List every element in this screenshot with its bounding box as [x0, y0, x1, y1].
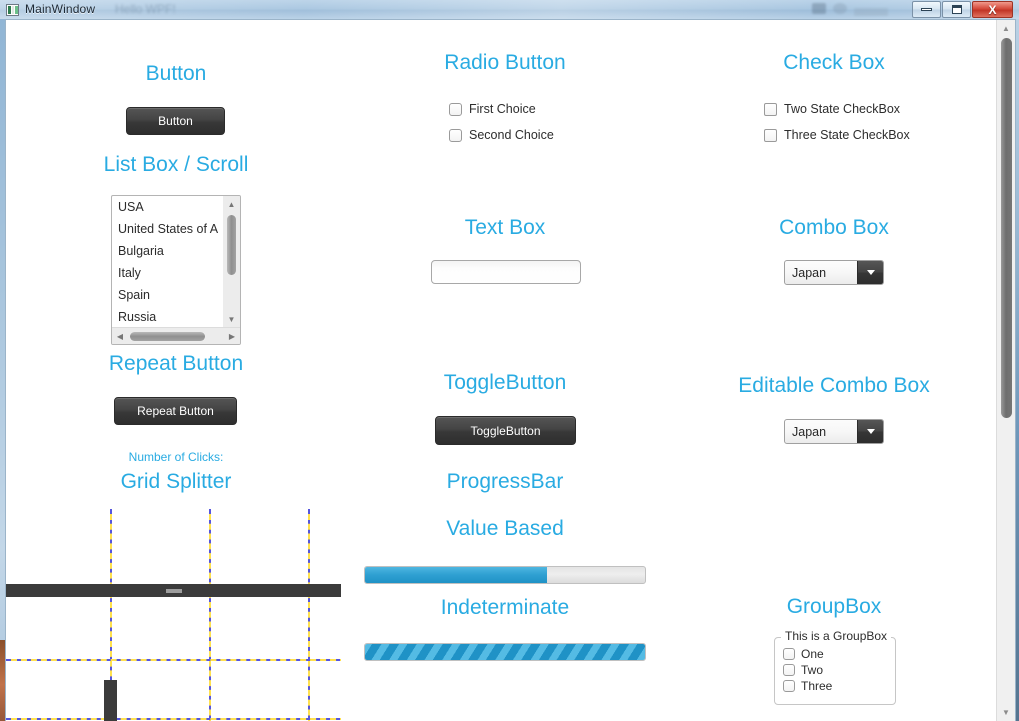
radio-indicator-icon: [449, 128, 462, 142]
radio-indicator-icon: [783, 664, 795, 676]
radio-indicator-icon: [449, 102, 462, 116]
horizontal-splitter-handle[interactable]: [6, 584, 341, 597]
toggle-button[interactable]: ToggleButton: [435, 416, 576, 445]
button-section-heading: Button: [145, 62, 207, 85]
chevron-down-icon: [866, 270, 875, 275]
maximize-button[interactable]: [942, 1, 971, 18]
radio-second-choice[interactable]: Second Choice: [449, 128, 554, 142]
editable-combo-box-section-heading: Editable Combo Box: [738, 374, 930, 397]
radio-indicator-icon: [783, 648, 795, 660]
progress-bar-value-based: [364, 566, 646, 584]
grid-splitter-panel[interactable]: [6, 500, 341, 721]
toggle-button-section-heading: ToggleButton: [443, 371, 567, 394]
button-primary[interactable]: Button: [126, 107, 225, 135]
grid-guide-line-horizontal: [6, 718, 341, 720]
content-canvas: Button Button List Box / Scroll USA Unit…: [6, 20, 996, 721]
group-box-legend: This is a GroupBox: [781, 629, 892, 643]
minimize-button[interactable]: [912, 1, 941, 18]
progress-bar-fill: [365, 567, 547, 583]
combo-box[interactable]: Japan: [784, 260, 884, 285]
combo-box-selected-value: Japan: [792, 265, 827, 280]
checkbox-label: Two State CheckBox: [784, 102, 901, 116]
grid-splitter-section-heading: Grid Splitter: [120, 470, 232, 493]
combo-box-section-heading: Combo Box: [779, 216, 889, 239]
background-window-title-blurred: Hello WPF!: [115, 2, 176, 16]
value-based-label: Value Based: [446, 517, 564, 540]
scroll-right-icon[interactable]: ▶: [224, 328, 240, 344]
group-box-section-heading: GroupBox: [786, 595, 882, 618]
editable-combo-box[interactable]: Japan: [784, 419, 884, 444]
combo-box-dropdown-button[interactable]: [857, 261, 883, 284]
radio-first-choice[interactable]: First Choice: [449, 102, 536, 116]
scroll-up-icon[interactable]: ▲: [997, 20, 1015, 37]
minimize-icon: [913, 2, 940, 17]
list-box-items[interactable]: USA United States of A Bulgaria Italy Sp…: [112, 196, 223, 327]
grid-guide-line-vertical: [209, 509, 211, 721]
desktop-background: MainWindow Hello WPF! X Button Button Li…: [0, 0, 1019, 721]
checkbox-label: Three State CheckBox: [784, 128, 910, 142]
group-box-option-one[interactable]: One: [783, 647, 824, 661]
group-box-option-three[interactable]: Three: [783, 679, 832, 693]
list-box-vertical-scrollbar[interactable]: ▲ ▼: [223, 196, 240, 327]
window-title-bar[interactable]: MainWindow Hello WPF! X: [0, 0, 1019, 19]
scrollbar-thumb[interactable]: [227, 215, 236, 275]
radio-label: First Choice: [469, 102, 536, 116]
chevron-down-icon: [866, 429, 875, 434]
editable-combo-box-value[interactable]: Japan: [792, 420, 826, 443]
close-button[interactable]: X: [972, 1, 1013, 18]
scroll-up-icon[interactable]: ▲: [223, 196, 240, 212]
grid-guide-line-vertical: [308, 509, 310, 721]
window-client-area: Button Button List Box / Scroll USA Unit…: [5, 19, 1016, 721]
checkbox-three-state[interactable]: Three State CheckBox: [764, 128, 910, 142]
list-box-section-heading: List Box / Scroll: [103, 153, 249, 176]
progress-bar-stripes: [365, 644, 645, 660]
checkbox-two-state[interactable]: Two State CheckBox: [764, 102, 900, 116]
list-item[interactable]: Russia: [112, 306, 223, 327]
indeterminate-label: Indeterminate: [440, 596, 570, 619]
list-box-horizontal-scrollbar[interactable]: ◀ ▶: [112, 327, 240, 344]
scroll-down-icon[interactable]: ▼: [223, 311, 240, 327]
scroll-down-icon[interactable]: ▼: [997, 704, 1015, 721]
scrollbar-thumb[interactable]: [1001, 38, 1012, 418]
grid-guide-line-horizontal: [6, 659, 341, 661]
checkbox-indicator-icon: [764, 128, 777, 142]
group-box: This is a GroupBox One Two Three: [774, 629, 896, 705]
list-item[interactable]: Spain: [112, 284, 223, 306]
list-box[interactable]: USA United States of A Bulgaria Italy Sp…: [111, 195, 241, 345]
progress-bar-indeterminate: [364, 643, 646, 661]
list-item[interactable]: United States of A: [112, 218, 223, 240]
window-vertical-scrollbar[interactable]: ▲ ▼: [996, 20, 1015, 721]
group-box-option-two[interactable]: Two: [783, 663, 823, 677]
list-item[interactable]: USA: [112, 196, 223, 218]
radio-indicator-icon: [783, 680, 795, 692]
radio-label: Three: [801, 679, 833, 693]
repeat-button-section-heading: Repeat Button: [108, 352, 244, 375]
list-item[interactable]: Bulgaria: [112, 240, 223, 262]
list-item[interactable]: Italy: [112, 262, 223, 284]
radio-label: Second Choice: [469, 128, 554, 142]
maximize-icon: [943, 2, 970, 17]
check-box-section-heading: Check Box: [783, 51, 885, 74]
radio-button-section-heading: Radio Button: [444, 51, 566, 74]
radio-label: Two: [801, 663, 824, 677]
vertical-splitter-handle[interactable]: [104, 680, 117, 721]
splitter-grip-icon: [165, 588, 182, 593]
scrollbar-thumb-horizontal[interactable]: [130, 332, 205, 341]
progress-bar-section-heading: ProgressBar: [446, 470, 564, 493]
window-title-text: MainWindow: [25, 2, 96, 16]
editable-combo-box-dropdown-button[interactable]: [857, 420, 883, 443]
text-box-section-heading: Text Box: [464, 216, 546, 239]
text-input[interactable]: [431, 260, 581, 284]
checkbox-indicator-icon: [764, 102, 777, 116]
close-icon: X: [988, 2, 997, 17]
app-window-icon: [6, 4, 19, 16]
repeat-button[interactable]: Repeat Button: [114, 397, 237, 425]
scroll-left-icon[interactable]: ◀: [112, 328, 128, 344]
number-of-clicks-label: Number of Clicks:: [128, 450, 224, 464]
radio-label: One: [801, 647, 824, 661]
